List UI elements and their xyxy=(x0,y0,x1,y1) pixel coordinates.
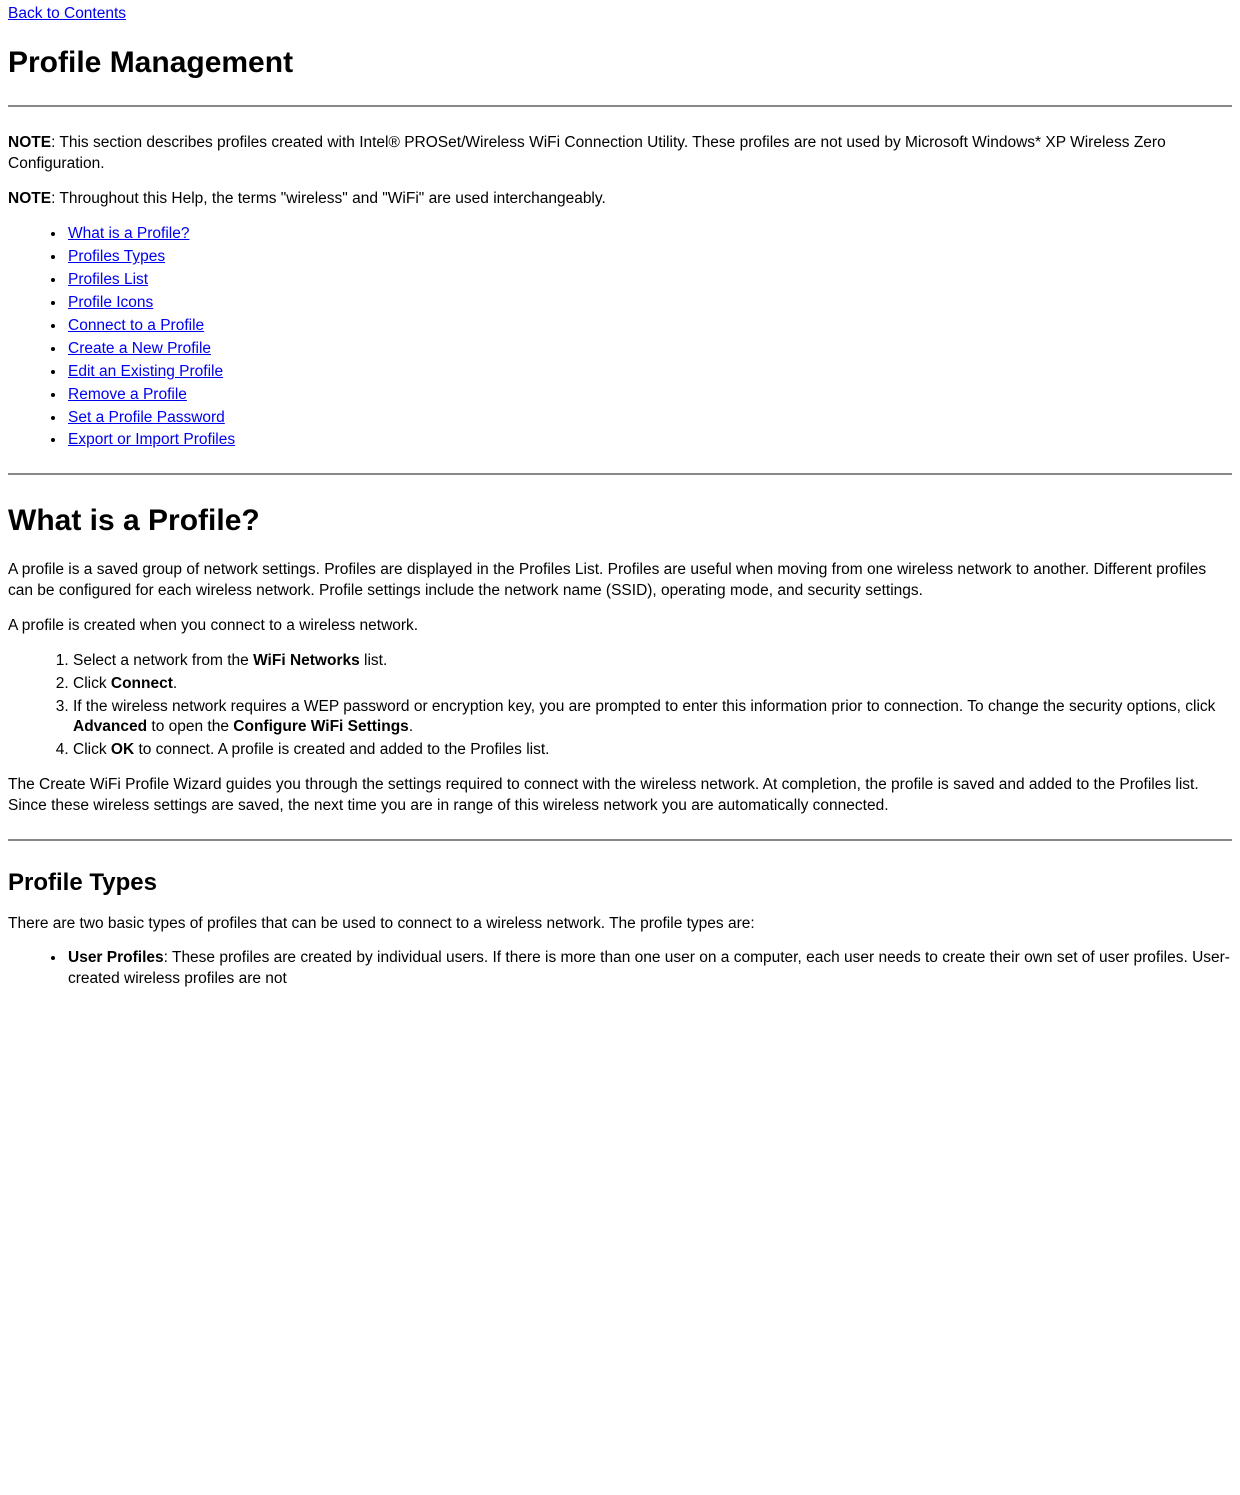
toc-link-connect-profile[interactable]: Connect to a Profile xyxy=(68,317,204,334)
step-text: Click xyxy=(73,741,111,758)
list-item: If the wireless network requires a WEP p… xyxy=(73,697,1232,739)
section-heading-profile-types: Profile Types xyxy=(8,867,1232,899)
note-text: : This section describes profiles create… xyxy=(8,134,1166,172)
item-label: User Profiles xyxy=(68,949,164,966)
list-item: Create a New Profile xyxy=(66,339,1232,360)
list-item: Remove a Profile xyxy=(66,385,1232,406)
steps-list: Select a network from the WiFi Networks … xyxy=(8,651,1232,762)
list-item: Click Connect. xyxy=(73,674,1232,695)
body-text: A profile is a saved group of network se… xyxy=(8,560,1232,602)
step-text: . xyxy=(409,718,413,735)
back-to-contents-link[interactable]: Back to Contents xyxy=(8,5,126,22)
toc-link-profile-icons[interactable]: Profile Icons xyxy=(68,294,153,311)
toc-link-edit-profile[interactable]: Edit an Existing Profile xyxy=(68,363,223,380)
step-bold: Advanced xyxy=(73,718,147,735)
item-text: : These profiles are created by individu… xyxy=(68,949,1230,987)
body-text: There are two basic types of profiles th… xyxy=(8,914,1232,935)
step-text: If the wireless network requires a WEP p… xyxy=(73,698,1215,715)
note-1: NOTE: This section describes profiles cr… xyxy=(8,133,1232,175)
list-item: What is a Profile? xyxy=(66,224,1232,245)
step-text: . xyxy=(173,675,177,692)
page-title: Profile Management xyxy=(8,43,1232,84)
body-text: The Create WiFi Profile Wizard guides yo… xyxy=(8,775,1232,817)
step-bold: Configure WiFi Settings xyxy=(233,718,409,735)
list-item: Connect to a Profile xyxy=(66,316,1232,337)
step-text: to connect. A profile is created and add… xyxy=(134,741,549,758)
list-item: Export or Import Profiles xyxy=(66,430,1232,451)
profile-types-list: User Profiles: These profiles are create… xyxy=(8,948,1232,990)
note-2: NOTE: Throughout this Help, the terms "w… xyxy=(8,189,1232,210)
toc-link-remove-profile[interactable]: Remove a Profile xyxy=(68,386,187,403)
divider xyxy=(8,105,1232,107)
step-text: Click xyxy=(73,675,111,692)
toc-link-export-import[interactable]: Export or Import Profiles xyxy=(68,431,235,448)
note-label: NOTE xyxy=(8,134,51,151)
body-text: A profile is created when you connect to… xyxy=(8,616,1232,637)
list-item: Edit an Existing Profile xyxy=(66,362,1232,383)
step-text: Select a network from the xyxy=(73,652,253,669)
step-bold: WiFi Networks xyxy=(253,652,360,669)
toc-link-profiles-list[interactable]: Profiles List xyxy=(68,271,148,288)
step-bold: Connect xyxy=(111,675,173,692)
step-text: to open the xyxy=(147,718,233,735)
divider xyxy=(8,839,1232,841)
note-text: : Throughout this Help, the terms "wirel… xyxy=(51,190,606,207)
list-item: User Profiles: These profiles are create… xyxy=(66,948,1232,990)
list-item: Click OK to connect. A profile is create… xyxy=(73,740,1232,761)
list-item: Select a network from the WiFi Networks … xyxy=(73,651,1232,672)
list-item: Profiles List xyxy=(66,270,1232,291)
toc-link-create-profile[interactable]: Create a New Profile xyxy=(68,340,211,357)
toc-link-what-is-profile[interactable]: What is a Profile? xyxy=(68,225,189,242)
step-text: list. xyxy=(360,652,388,669)
step-bold: OK xyxy=(111,741,134,758)
section-heading-what-is-profile: What is a Profile? xyxy=(8,501,1232,542)
list-item: Profile Icons xyxy=(66,293,1232,314)
toc-link-set-password[interactable]: Set a Profile Password xyxy=(68,409,225,426)
list-item: Profiles Types xyxy=(66,247,1232,268)
divider xyxy=(8,473,1232,475)
list-item: Set a Profile Password xyxy=(66,408,1232,429)
note-label: NOTE xyxy=(8,190,51,207)
toc-link-profiles-types[interactable]: Profiles Types xyxy=(68,248,165,265)
toc-list: What is a Profile? Profiles Types Profil… xyxy=(8,224,1232,451)
